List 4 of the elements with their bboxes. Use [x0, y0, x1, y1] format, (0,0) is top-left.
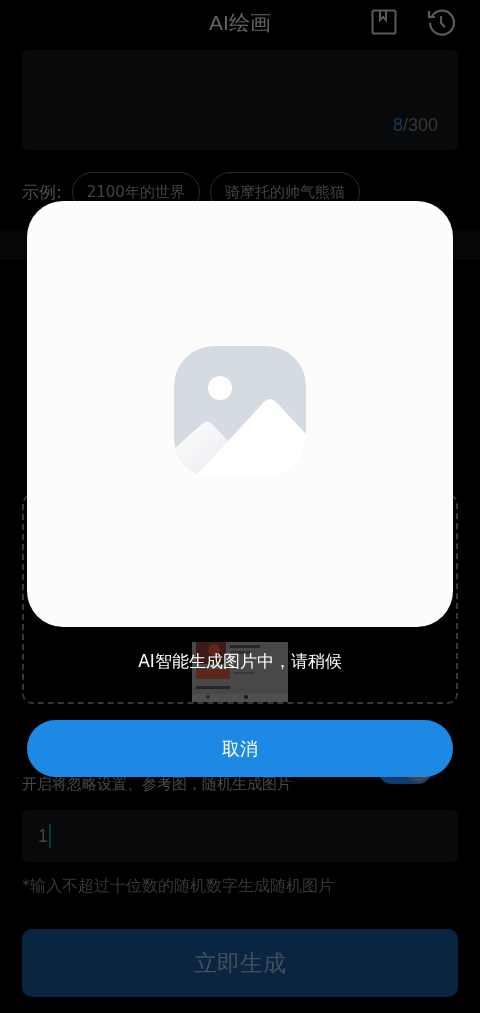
page-title: AI绘画	[209, 9, 271, 36]
examples-label: 示例:	[22, 180, 62, 204]
random-description: 开启将忽略设置、参考图，随机生成图片	[22, 775, 292, 794]
loading-message: AI智能生成图片中，请稍候	[138, 650, 342, 673]
